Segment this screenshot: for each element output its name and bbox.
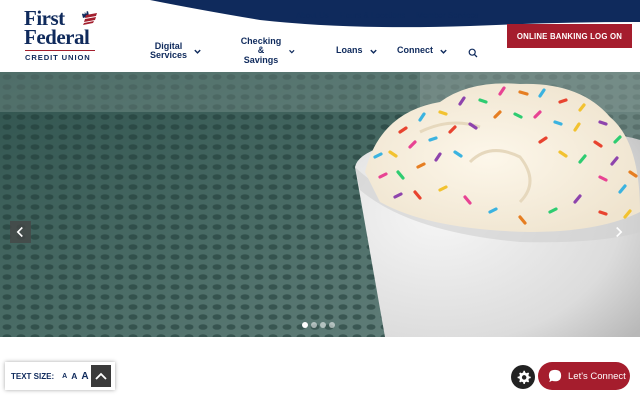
lets-connect-label: Let's Connect (568, 370, 626, 382)
scroll-to-top-button[interactable] (91, 365, 111, 387)
utility-link-about-us[interactable]: About Us (296, 11, 329, 20)
carousel-next-button[interactable] (608, 221, 629, 243)
chevron-left-icon (16, 226, 23, 238)
nav-digital-services-label: Digital Services (150, 41, 188, 61)
search-icon[interactable] (468, 48, 478, 58)
utility-link-member-services[interactable]: Member Services (416, 11, 478, 20)
text-size-medium[interactable]: A (71, 371, 77, 381)
chevron-up-icon (95, 372, 107, 380)
chevron-down-icon (194, 49, 201, 54)
chevron-down-icon (369, 49, 377, 54)
nav-checking-savings-label: Checking & Savings (240, 35, 282, 66)
nav-digital-line2: Services (150, 50, 188, 60)
nav-loans-label: Loans (336, 45, 363, 56)
text-size-small[interactable]: A (62, 373, 67, 380)
nav-loans[interactable]: Loans (336, 40, 378, 62)
hero-carousel (0, 72, 640, 337)
brand-logo[interactable]: First Federal CREDIT UNION (24, 8, 104, 66)
text-size-widget: TEXT SIZE: A A A (5, 362, 115, 390)
carousel-dot-1[interactable] (302, 322, 308, 328)
logo-text-credit-union: CREDIT UNION (25, 53, 91, 62)
chevron-right-icon (616, 226, 623, 238)
site-header: First Federal CREDIT UNION About Us Hour… (0, 0, 640, 72)
carousel-dots (302, 322, 335, 328)
lets-connect-chat-button[interactable]: Let's Connect (538, 362, 630, 390)
nav-connect[interactable]: Connect (397, 40, 448, 62)
carousel-prev-button[interactable] (10, 221, 31, 243)
flag-icon (82, 11, 97, 25)
chat-bubble-icon (548, 369, 562, 383)
utility-nav: About Us Hours & Locations Member Servic… (296, 11, 479, 20)
logo-text-federal: Federal (24, 25, 90, 49)
nav-checking-savings[interactable]: Checking & Savings (240, 36, 296, 64)
gear-icon (517, 370, 531, 384)
chevron-down-icon (288, 49, 295, 54)
text-size-large[interactable]: A (81, 371, 88, 382)
logo-rule (25, 50, 95, 51)
nav-checking-line2: Savings (243, 54, 279, 65)
carousel-dot-2[interactable] (311, 322, 317, 328)
hero-image-ice-cream (0, 72, 640, 337)
chevron-down-icon (440, 49, 447, 54)
carousel-dot-4[interactable] (329, 322, 335, 328)
accessibility-settings-button[interactable] (511, 365, 535, 389)
page: First Federal CREDIT UNION About Us Hour… (0, 0, 640, 400)
text-size-label: TEXT SIZE: (11, 371, 55, 381)
nav-connect-label: Connect (397, 45, 433, 56)
nav-digital-services[interactable]: Digital Services (150, 40, 202, 62)
nav-checking-line1: Checking & (240, 35, 282, 56)
utility-link-hours-locations[interactable]: Hours & Locations (340, 11, 405, 20)
carousel-dot-3[interactable] (320, 322, 326, 328)
online-banking-logon-button[interactable]: ONLINE BANKING LOG ON (507, 24, 632, 48)
